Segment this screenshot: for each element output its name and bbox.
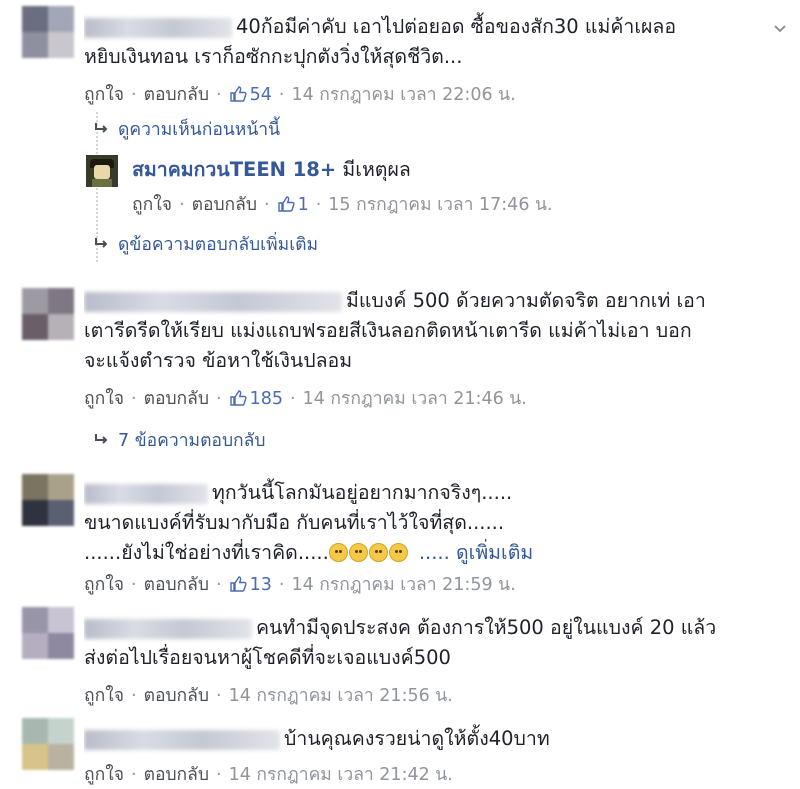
like-count[interactable]: 185 [250,389,283,409]
timestamp[interactable]: 14 กรกฎาคม เวลา 21:59 น. [291,575,515,595]
comment-text: ทุกวันนี้โลกมันอยู่อยากมากจริงๆ..... ขนา… [84,481,534,564]
like-link[interactable]: ถูกใจ [84,765,124,785]
reply-link[interactable]: ตอบกลับ [144,85,209,105]
timestamp[interactable]: 14 กรกฎาคม เวลา 21:42 น. [229,765,453,785]
comment-actions: ถูกใจ · ตอบกลับ · 185 · 14 กรกฎาคม เวลา 21:46 … [84,389,527,409]
more-replies-link[interactable]: ดูข้อความตอบกลับเพิ่มเติม [94,232,318,258]
blurred-author-name[interactable] [84,729,280,750]
reply-arrow-icon [95,238,108,248]
reply-link[interactable]: ตอบกลับ [144,575,209,595]
thumbs-up-icon[interactable] [229,389,247,407]
reply-text: สมาคมกวนTEEN 18+ มีเหตุผล [132,158,411,181]
emoji-icon [388,543,408,562]
like-count[interactable]: 1 [298,195,309,215]
reply-actions: ถูกใจ · ตอบกลับ · 1 · 15 กรกฎาคม เวลา 17:46 น. [132,195,553,215]
like-link[interactable]: ถูกใจ [84,686,124,706]
like-link[interactable]: ถูกใจ [84,389,124,409]
thumbs-up-icon[interactable] [229,575,247,593]
blurred-author-name[interactable] [84,483,208,504]
emoji-icon [328,543,348,562]
like-link[interactable]: ถูกใจ [84,575,124,595]
avatar[interactable] [22,288,74,340]
reply-author-link[interactable]: สมาคมกวนTEEN 18+ [132,158,336,181]
timestamp[interactable]: 14 กรกฎาคม เวลา 22:06 น. [291,85,515,105]
reply-arrow-icon [95,434,108,444]
like-count[interactable]: 13 [250,575,272,595]
comment-text: บ้านคุณคงรวยน่าดูให้ตั้ง40บาท [84,724,780,754]
avatar[interactable] [22,607,74,659]
emoji-icon [368,543,388,562]
like-count[interactable]: 54 [250,85,272,105]
avatar[interactable] [22,718,74,770]
chevron-down-icon[interactable] [772,20,788,36]
replies-count-link[interactable]: 7 ข้อความตอบกลับ [94,428,265,454]
comment-actions: ถูกใจ · ตอบกลับ · 14 กรกฎาคม เวลา 21:56 น. [84,686,453,706]
comment-text: คนทำมีจุดประสงค ต้องการให้500 อยู่ในแบงค… [84,616,717,669]
comment-text: มีแบงค์ 500 ด้วยความตัดจริต อยากเท่ เอา … [84,289,706,372]
comment-text: 40ก้อมีค่าคับ เอาไปต่อยอด ซื้อของสัก30 แ… [84,15,677,68]
thumbs-up-icon[interactable] [277,195,295,213]
previous-comments-link[interactable]: ดูความเห็นก่อนหน้านี้ [94,117,280,143]
avatar[interactable] [22,474,74,526]
thumbs-up-icon[interactable] [229,85,247,103]
reply-link[interactable]: ตอบกลับ [144,686,209,706]
blurred-author-name[interactable] [84,17,232,38]
avatar[interactable] [86,155,118,187]
see-more-link[interactable]: ..... ดูเพิ่มเติม [419,541,533,564]
reply-link[interactable]: ตอบกลับ [144,389,209,409]
comment-actions: ถูกใจ · ตอบกลับ · 14 กรกฎาคม เวลา 21:42 น. [84,765,453,785]
like-link[interactable]: ถูกใจ [84,85,124,105]
avatar[interactable] [22,6,74,58]
blurred-author-name[interactable] [84,618,252,639]
emoji-icon [348,543,368,562]
timestamp[interactable]: 14 กรกฎาคม เวลา 21:56 น. [229,686,453,706]
like-link[interactable]: ถูกใจ [132,195,172,215]
timestamp[interactable]: 14 กรกฎาคม เวลา 21:46 น. [303,389,527,409]
blurred-author-name[interactable] [84,291,342,312]
reply-link[interactable]: ตอบกลับ [192,195,257,215]
comment-actions: ถูกใจ · ตอบกลับ · 13 · 14 กรกฎาคม เวลา 21:59 น… [84,575,516,595]
timestamp[interactable]: 15 กรกฎาคม เวลา 17:46 น. [328,195,552,215]
comment-actions: ถูกใจ · ตอบกลับ · 54 · 14 กรกฎาคม เวลา 22:06 น… [84,85,516,105]
reply-link[interactable]: ตอบกลับ [144,765,209,785]
reply-arrow-icon [95,123,108,133]
